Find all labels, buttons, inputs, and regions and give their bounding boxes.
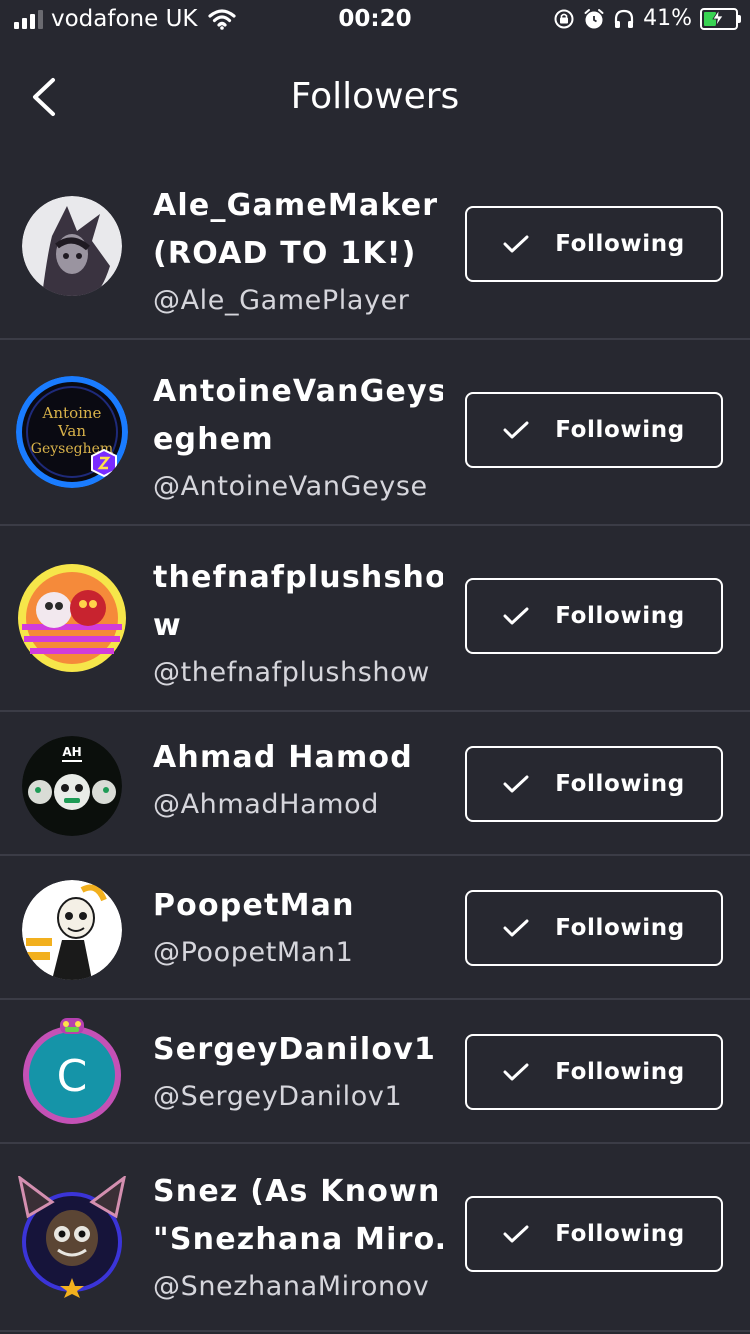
battery-charging-icon	[700, 7, 741, 30]
following-button[interactable]: Following	[465, 1196, 723, 1272]
following-label: Following	[555, 1059, 685, 1085]
status-bar: vodafone UK 00:20 41%	[0, 0, 750, 42]
display-name-line: (ROAD TO 1K!)	[153, 236, 417, 271]
username-handle: @thefnafplushshow	[153, 657, 430, 688]
display-name-line: w	[153, 608, 182, 643]
avatar[interactable]	[22, 196, 122, 296]
following-label: Following	[555, 231, 685, 257]
list-item[interactable]: thefnafplushsho w @thefnafplushshow Foll…	[0, 526, 750, 712]
following-button[interactable]: Following	[465, 746, 723, 822]
user-info: Ahmad Hamod @AhmadHamod	[153, 734, 443, 828]
display-name-line: "Snezhana Miro…	[153, 1222, 443, 1257]
list-item[interactable]: Antoine Van Geyseghem AntoineVanGeys egh…	[0, 340, 750, 526]
user-info: thefnafplushsho w @thefnafplushshow	[153, 554, 443, 696]
checkmark-icon	[503, 919, 529, 937]
page-title: Followers	[290, 76, 460, 117]
display-name-line: thefnafplushsho	[153, 560, 443, 595]
display-name-line: Ahmad Hamod	[153, 740, 413, 775]
list-item[interactable]: C SergeyDanilov1 @SergeyDanilov1 Followi…	[0, 1000, 750, 1144]
list-item[interactable]: Snez (As Known "Snezhana Miro… @Snezhana…	[0, 1144, 750, 1332]
avatar-text: C	[57, 1051, 88, 1102]
username-handle: @AhmadHamod	[153, 789, 379, 820]
followers-list: Ale_GameMaker (ROAD TO 1K!) @Ale_GamePla…	[0, 154, 750, 1332]
list-item[interactable]: PoopetMan @PoopetMan1 Following	[0, 856, 750, 1000]
checkmark-icon	[503, 235, 529, 253]
following-label: Following	[555, 771, 685, 797]
following-button[interactable]: Following	[465, 392, 723, 468]
following-button[interactable]: Following	[465, 578, 723, 654]
user-info: SergeyDanilov1 @SergeyDanilov1	[153, 1026, 443, 1120]
avatar[interactable]	[16, 562, 128, 674]
user-info: AntoineVanGeys eghem @AntoineVanGeyse	[153, 368, 443, 510]
blue-ring-avatar: Antoine Van Geyseghem	[16, 376, 128, 488]
following-label: Following	[555, 915, 685, 941]
headphones-icon	[614, 9, 634, 28]
status-right: 41%	[553, 6, 741, 31]
following-label: Following	[555, 417, 685, 443]
cat-character-avatar	[17, 1174, 127, 1298]
checkmark-icon	[503, 421, 529, 439]
following-button[interactable]: Following	[465, 1034, 723, 1110]
user-info: Snez (As Known "Snezhana Miro… @Snezhana…	[153, 1168, 443, 1310]
display-name-line: AntoineVanGeys	[153, 374, 443, 409]
letter-c-avatar: C	[23, 1018, 121, 1124]
checkmark-icon	[503, 607, 529, 625]
checkmark-icon	[503, 1225, 529, 1243]
nav-bar: Followers	[0, 50, 750, 150]
avatar[interactable]: Antoine Van Geyseghem	[16, 376, 128, 488]
orientation-lock-icon	[554, 9, 574, 28]
animatronic-avatar: AH	[22, 736, 122, 836]
avatar-text: Van	[57, 422, 86, 440]
username-handle: @AntoineVanGeyse	[153, 471, 428, 502]
checkmark-icon	[503, 1063, 529, 1081]
display-name-line: PoopetMan	[153, 888, 355, 923]
checkmark-icon	[503, 775, 529, 793]
username-handle: @PoopetMan1	[153, 937, 354, 968]
user-info: Ale_GameMaker (ROAD TO 1K!) @Ale_GamePla…	[153, 182, 443, 324]
username-handle: @Ale_GamePlayer	[153, 285, 410, 316]
alarm-icon	[584, 8, 604, 28]
avatar[interactable]: AH	[22, 736, 122, 836]
battery-percent: 41%	[643, 6, 692, 31]
username-handle: @SnezhanaMironov	[153, 1271, 430, 1302]
user-info: PoopetMan @PoopetMan1	[153, 882, 443, 976]
following-button[interactable]: Following	[465, 206, 723, 282]
avatar[interactable]	[22, 880, 122, 980]
username-handle: @SergeyDanilov1	[153, 1081, 403, 1112]
avatar-text: AH	[62, 745, 81, 759]
display-name-line: eghem	[153, 422, 274, 457]
anime-character-avatar	[22, 196, 122, 296]
display-name-line: Ale_GameMaker	[153, 188, 439, 223]
following-label: Following	[555, 1221, 685, 1247]
display-name-line: Snez (As Known	[153, 1174, 441, 1209]
list-item[interactable]: AH Ahmad Hamod @AhmadHamod Following	[0, 712, 750, 856]
plush-sunset-avatar	[18, 564, 126, 672]
list-item[interactable]: Ale_GameMaker (ROAD TO 1K!) @Ale_GamePla…	[0, 154, 750, 340]
following-label: Following	[555, 603, 685, 629]
following-button[interactable]: Following	[465, 890, 723, 966]
avatar[interactable]: C	[20, 1016, 124, 1126]
display-name-line: SergeyDanilov1	[153, 1032, 437, 1067]
puppet-avatar	[22, 880, 122, 980]
avatar[interactable]	[14, 1174, 130, 1298]
avatar-text: Antoine	[42, 404, 102, 422]
